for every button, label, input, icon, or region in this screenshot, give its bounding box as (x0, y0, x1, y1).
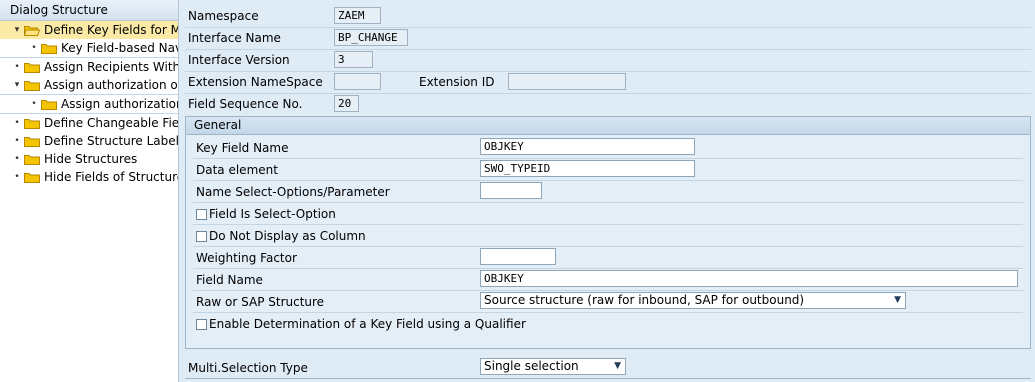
folder-icon (24, 136, 40, 147)
extension-id-field[interactable] (508, 73, 626, 90)
separator (193, 312, 1023, 313)
field-is-select-option-checkbox[interactable] (196, 209, 207, 220)
extension-namespace-field[interactable] (334, 73, 381, 90)
bullet-icon: • (14, 154, 20, 164)
tree-node-label: Assign authorization f (61, 97, 178, 111)
dialog-structure-panel: Dialog Structure ▾ Define Key Fields for… (0, 0, 179, 382)
bullet-icon: • (14, 62, 20, 72)
separator (193, 268, 1023, 269)
multi-selection-type-label: Multi.Selection Type (188, 361, 308, 375)
separator (193, 158, 1023, 159)
expand-arrow-icon[interactable]: ▾ (12, 21, 22, 39)
interface-version-field[interactable]: 3 (334, 51, 373, 68)
interface-name-label: Interface Name (188, 31, 281, 45)
tree-node-label: Define Key Fields for Mu (44, 23, 178, 37)
bullet-icon: • (14, 172, 20, 182)
separator (185, 49, 1031, 50)
separator (193, 224, 1023, 225)
folder-icon (41, 43, 57, 54)
extension-id-label: Extension ID (419, 75, 495, 89)
raw-sap-structure-dropdown[interactable]: Source structure (raw for inbound, SAP f… (480, 292, 906, 309)
tree-node-assign-authorization-fields[interactable]: • Assign authorization f (0, 94, 178, 113)
folder-icon (24, 172, 40, 183)
interface-version-label: Interface Version (188, 53, 290, 67)
weighting-factor-label: Weighting Factor (196, 251, 297, 265)
folder-open-icon (24, 25, 40, 36)
separator (193, 180, 1023, 181)
tree-node-label: Hide Structures (44, 152, 138, 166)
tree-node-label: Define Structure Labels (44, 134, 178, 148)
key-field-name-label: Key Field Name (196, 141, 289, 155)
bullet-icon: • (31, 99, 37, 109)
dropdown-arrow-icon[interactable]: ▼ (894, 293, 901, 308)
folder-icon (41, 99, 57, 110)
enable-determination-label: Enable Determination of a Key Field usin… (209, 317, 526, 331)
separator (185, 93, 1031, 94)
tree-node-define-key-fields[interactable]: ▾ Define Key Fields for Mu (0, 21, 178, 39)
tree-node-label: Define Changeable Fields (44, 116, 178, 130)
raw-sap-structure-label: Raw or SAP Structure (196, 295, 325, 309)
dropdown-arrow-icon[interactable]: ▼ (614, 359, 621, 374)
enable-determination-checkbox[interactable] (196, 319, 207, 330)
tree-node-define-structure-labels[interactable]: • Define Structure Labels (0, 132, 178, 150)
extension-namespace-label: Extension NameSpace (188, 75, 323, 89)
raw-sap-structure-value: Source structure (raw for inbound, SAP f… (484, 293, 805, 307)
separator (185, 71, 1031, 72)
bullet-icon: • (31, 43, 37, 53)
folder-icon (24, 118, 40, 129)
tree-node-define-changeable-fields[interactable]: • Define Changeable Fields (0, 113, 178, 132)
namespace-label: Namespace (188, 9, 259, 23)
field-sequence-label: Field Sequence No. (188, 97, 303, 111)
tree-node-assign-recipients[interactable]: • Assign Recipients Withou (0, 57, 178, 76)
tree-node-label: Hide Fields of Structure (44, 170, 178, 184)
tree-node-label: Assign Recipients Withou (44, 60, 178, 74)
general-group-title: General (186, 117, 1030, 135)
field-name-input[interactable]: OBJKEY (480, 270, 1018, 287)
tree-node-assign-authorization-objects[interactable]: ▾ Assign authorization obje (0, 76, 178, 94)
data-element-input[interactable]: SWO_TYPEID (480, 160, 695, 177)
tree-node-key-field-navigation[interactable]: • Key Field-based Navig (0, 39, 178, 57)
folder-icon (24, 62, 40, 73)
expand-arrow-icon[interactable]: ▾ (12, 76, 22, 94)
field-name-label: Field Name (196, 273, 263, 287)
bullet-icon: • (14, 118, 20, 128)
name-select-options-input[interactable] (480, 182, 542, 199)
separator (185, 27, 1031, 28)
tree-node-label: Assign authorization obje (44, 78, 178, 92)
interface-name-field[interactable]: BP_CHANGE (334, 29, 408, 46)
multi-selection-type-dropdown[interactable]: Single selection ▼ (480, 358, 626, 375)
folder-icon (24, 154, 40, 165)
tree-node-hide-structures[interactable]: • Hide Structures (0, 150, 178, 168)
key-field-name-input[interactable]: OBJKEY (480, 138, 695, 155)
namespace-field[interactable]: ZAEM (334, 7, 381, 24)
data-element-label: Data element (196, 163, 278, 177)
field-sequence-field[interactable]: 20 (334, 95, 359, 112)
bullet-icon: • (14, 136, 20, 146)
multi-selection-type-value: Single selection (484, 359, 579, 373)
field-is-select-option-label: Field Is Select-Option (209, 207, 336, 221)
do-not-display-label: Do Not Display as Column (209, 229, 366, 243)
separator (193, 202, 1023, 203)
do-not-display-checkbox[interactable] (196, 231, 207, 242)
weighting-factor-input[interactable] (480, 248, 556, 265)
folder-icon (24, 80, 40, 91)
separator (193, 246, 1023, 247)
dialog-structure-title: Dialog Structure (0, 0, 178, 21)
name-select-options-label: Name Select-Options/Parameter (196, 185, 390, 199)
tree-node-hide-fields-of-structure[interactable]: • Hide Fields of Structure (0, 168, 178, 186)
separator (185, 378, 1031, 379)
tree-node-label: Key Field-based Navig (61, 41, 178, 55)
separator (193, 290, 1023, 291)
